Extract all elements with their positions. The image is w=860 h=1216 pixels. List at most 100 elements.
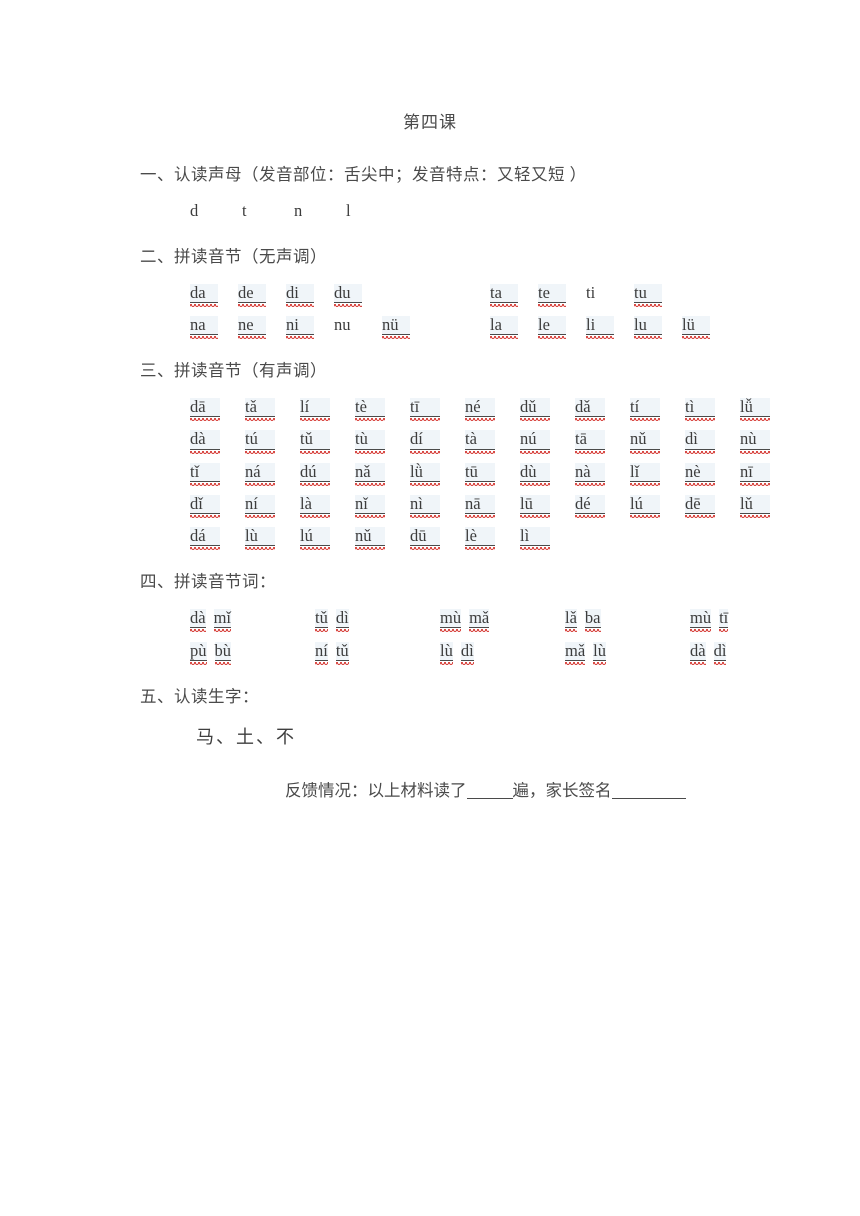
parent-signature-blank[interactable] [611, 798, 686, 800]
syllable-word: dà mǐ [190, 607, 315, 633]
pinyin-syllable: tī [410, 398, 440, 422]
pinyin-syllable: tǔ [300, 430, 330, 454]
pinyin-syllable: tā [575, 430, 605, 454]
pinyin-syllable: di [286, 283, 314, 308]
pinyin-syllable: ná [245, 462, 275, 486]
pinyin-syllable: nà [575, 462, 605, 486]
pinyin-syllable: mǐ [213, 607, 232, 633]
pinyin-syllable: né [465, 398, 495, 422]
pinyin-syllable: lǔ [740, 494, 770, 519]
pinyin-syllable: nī [740, 462, 770, 486]
pinyin-syllable: lu [634, 315, 662, 340]
pinyin-syllable: ní [315, 641, 328, 666]
pinyin-syllable: lè [465, 526, 495, 551]
syllable-word: pù bù [190, 641, 315, 666]
syllable-word-row: dà mǐ tǔ dì mù mǎ lǎ ba mù tī [0, 607, 860, 633]
pinyin-syllable: tī [719, 607, 729, 633]
section-heading-one: 一、认读声母（发音部位：舌尖中；发音特点：又轻又短 ） [140, 165, 587, 184]
pinyin-syllable: lú [300, 526, 330, 551]
initial-letter: n [294, 201, 303, 220]
initial-letter: d [190, 201, 199, 220]
toned-syllable-row: tǐ ná dú nǎ lǜ tū dù nà lǐ nè nī [0, 462, 860, 486]
pinyin-syllable: de [238, 283, 266, 308]
toned-syllable-row: dǐ ní là nǐ nì nā lū dé lú dē lǔ [0, 494, 860, 519]
pinyin-syllable: nǎ [355, 462, 385, 486]
pinyin-syllable: dú [300, 462, 330, 486]
pinyin-syllable: mù [440, 607, 462, 633]
toneless-syllable-row: da de di du ta te ti tu [0, 283, 860, 308]
pinyin-syllable: tǐ [190, 462, 220, 486]
pinyin-syllable: lü [682, 315, 710, 340]
pinyin-syllable: dá [190, 526, 220, 551]
pinyin-syllable: tà [465, 430, 495, 454]
pinyin-syllable: nú [520, 430, 550, 454]
pinyin-syllable: lú [630, 494, 660, 519]
pinyin-syllable: nü [382, 315, 410, 340]
pinyin-syllable: lǎ [565, 607, 577, 633]
pinyin-syllable: ni [286, 315, 314, 340]
pinyin-syllable: mǎ [469, 607, 490, 633]
pinyin-syllable: dì [713, 641, 727, 666]
syllable-word: tǔ dì [315, 607, 440, 633]
pinyin-syllable: le [538, 315, 566, 340]
pinyin-syllable: la [490, 315, 518, 340]
initial-letter: l [346, 201, 351, 220]
pinyin-syllable: tú [245, 430, 275, 454]
toned-syllable-row: dà tú tǔ tù dí tà nú tā nǔ dì nù [0, 429, 860, 454]
feedback-middle: 遍，家长签名 [512, 781, 612, 801]
pinyin-syllable: na [190, 315, 218, 340]
toneless-syllable-row: na ne ni nu nü la le li lu lü [0, 315, 860, 340]
initial-letter: t [242, 201, 247, 220]
pinyin-syllable: nì [410, 494, 440, 519]
section-heading-four: 四、拼读音节词： [140, 571, 276, 591]
syllable-word: ní tǔ [315, 641, 440, 666]
pinyin-syllable: tu [634, 283, 662, 308]
pinyin-syllable: dí [410, 430, 440, 454]
pinyin-syllable: dǎ [575, 398, 605, 422]
syllable-word: lù dì [440, 641, 565, 666]
pinyin-syllable: tǔ [315, 607, 328, 633]
pinyin-syllable: tù [355, 430, 385, 454]
syllable-word: lǎ ba [565, 607, 690, 633]
initials-row: dtnl [0, 201, 860, 221]
pinyin-syllable: tǎ [245, 398, 275, 422]
pinyin-syllable: nǔ [630, 430, 660, 454]
pinyin-syllable: nu [334, 315, 351, 335]
pinyin-syllable: dē [685, 494, 715, 519]
section-heading-five: 五、认读生字： [140, 687, 259, 707]
pinyin-syllable: lí [300, 398, 330, 422]
pinyin-syllable: dà [190, 607, 206, 633]
pinyin-syllable: dū [410, 526, 440, 551]
pinyin-syllable: mǎ [565, 641, 586, 666]
feedback-line: 反馈情况：以上材料读了 遍，家长签名 [0, 777, 860, 801]
syllable-word: mù tī [690, 607, 815, 633]
pinyin-syllable: mù [690, 607, 712, 633]
pinyin-syllable: lù [593, 641, 607, 666]
pinyin-syllable: li [586, 315, 614, 340]
feedback-prefix: 反馈情况：以上材料读了 [285, 781, 467, 801]
pinyin-syllable: dé [575, 494, 605, 519]
pinyin-syllable: ní [245, 494, 275, 519]
pinyin-syllable: te [538, 283, 566, 308]
pinyin-syllable: dǐ [190, 494, 220, 519]
pinyin-syllable: nǐ [355, 494, 385, 519]
pinyin-syllable: tū [465, 462, 495, 486]
pinyin-syllable: dì [335, 607, 349, 633]
toned-syllable-row: dá lù lú nǔ dū lè lì [0, 526, 860, 551]
pinyin-syllable: dà [690, 641, 706, 666]
section-heading-three: 三、拼读音节（有声调） [140, 361, 327, 381]
pinyin-syllable: nǔ [355, 526, 385, 551]
pinyin-syllable: lǚ [740, 398, 770, 422]
pinyin-syllable: dǔ [520, 398, 550, 422]
pinyin-syllable: ta [490, 283, 518, 308]
pinyin-syllable: ba [584, 607, 601, 633]
pinyin-syllable: lù [245, 526, 275, 551]
times-read-blank[interactable] [466, 798, 513, 800]
syllable-word-row: pù bù ní tǔ lù dì mǎ lù dà dì [0, 641, 860, 666]
pinyin-syllable: tè [355, 398, 385, 422]
pinyin-syllable: da [190, 283, 218, 308]
pinyin-syllable: tì [685, 398, 715, 422]
pinyin-syllable: lǐ [630, 462, 660, 486]
pinyin-syllable: nè [685, 462, 715, 486]
syllable-word: dà dì [690, 641, 815, 666]
